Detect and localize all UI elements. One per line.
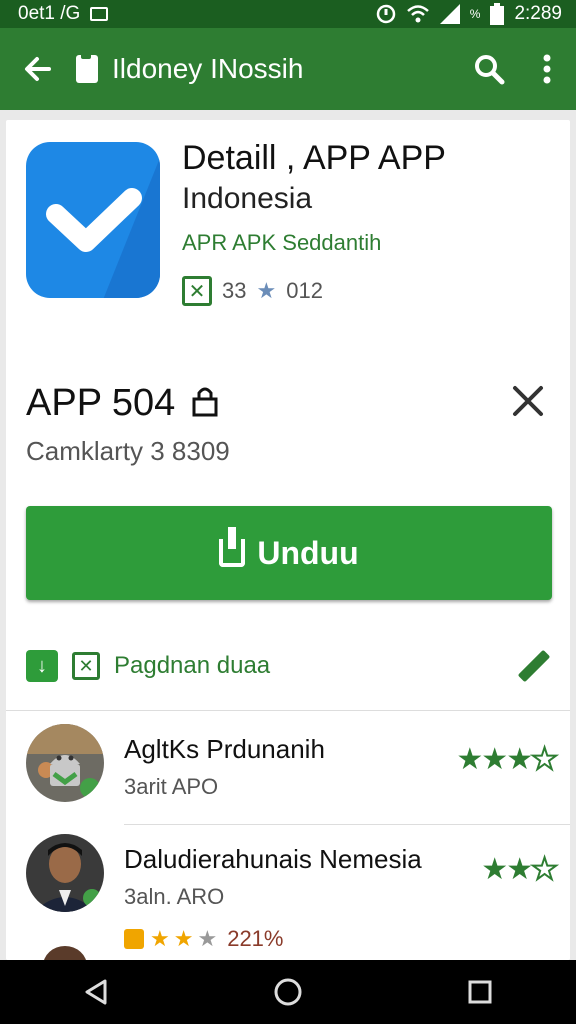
- badge-icon: [124, 929, 144, 949]
- rating-row: ✕ 33 ★ 012: [182, 276, 323, 306]
- lock-icon: [192, 387, 218, 417]
- person-avatar-icon: [26, 932, 104, 960]
- close-button[interactable]: [512, 382, 544, 427]
- wifi-icon: [406, 5, 429, 23]
- battery-icon: [490, 3, 505, 25]
- clock: 2:289: [514, 3, 562, 24]
- third-review-rating: ★ ★ ★ 221%: [124, 926, 283, 952]
- star-filled-icon: ★: [150, 926, 170, 951]
- arrow-left-icon: [25, 57, 51, 81]
- rating-percent: 221%: [227, 926, 284, 951]
- status-bar: 0et1 /G % 2:289: [0, 0, 576, 28]
- alarm-icon: [376, 4, 396, 24]
- android-avatar-icon: [26, 724, 104, 802]
- star-icon: ★: [256, 278, 277, 303]
- close-icon: [513, 386, 543, 416]
- carrier-text: 0et1 /G: [18, 3, 81, 24]
- status-right: % 2:289: [376, 3, 562, 25]
- review-separator: [124, 824, 570, 825]
- app-subtitle: Indonesia: [182, 182, 313, 215]
- navigation-bar: [0, 960, 576, 1024]
- star-filled-icon: ★: [506, 853, 533, 886]
- star-outline-icon: ★: [530, 852, 559, 887]
- nav-home-button[interactable]: [258, 962, 318, 1022]
- search-button[interactable]: [460, 53, 518, 85]
- circle-home-icon: [274, 978, 302, 1006]
- review-item[interactable]: Daludierahunais Nemesia 3aln. ARO ★★★: [26, 834, 559, 924]
- review-subtitle: 3arit APO: [124, 774, 219, 799]
- search-icon: [475, 55, 505, 85]
- person-avatar-icon: [26, 834, 104, 912]
- install-button[interactable]: Unduu: [26, 506, 552, 600]
- review-subtitle: 3aln. ARO: [124, 884, 225, 909]
- app-detail-card: Detaill , APP APP Indonesia APR APK Sedd…: [6, 120, 570, 960]
- review-author: Daludierahunais Nemesia: [124, 844, 422, 874]
- star-filled-icon: ★: [481, 853, 508, 886]
- toolbar-title: Ildoney INossih: [112, 53, 304, 84]
- app-toolbar: Ildoney INossih: [0, 28, 576, 110]
- more-vert-icon: [543, 54, 551, 84]
- divider: [6, 710, 570, 711]
- avatar: [26, 932, 104, 960]
- nav-back-button[interactable]: [66, 962, 126, 1022]
- edit-icon[interactable]: [517, 649, 551, 683]
- rating-count: 012: [286, 278, 323, 303]
- cancel-icon[interactable]: ✕: [72, 652, 100, 680]
- triangle-back-icon: [85, 979, 107, 1005]
- review-item[interactable]: AgltKs Prdunanih 3arit APO ★★★★: [26, 724, 570, 825]
- content-rating-icon: ✕: [182, 276, 212, 306]
- document-icon: [76, 51, 98, 83]
- size-text: Camklarty 3 8309: [26, 436, 230, 466]
- star-filled-icon: ★: [456, 743, 483, 776]
- rating-value: 33: [222, 278, 247, 303]
- checkmark-icon: [46, 188, 142, 252]
- nav-recents-button[interactable]: [450, 962, 510, 1022]
- app-title: Detaill , APP APP: [182, 139, 446, 177]
- screenshot-icon: [90, 7, 109, 21]
- links-row: ↓ ✕ Pagdnan duaa: [26, 646, 552, 686]
- star-filled-icon: ★: [173, 926, 194, 951]
- review-stars: ★★★★: [456, 742, 559, 777]
- square-recents-icon: [468, 980, 492, 1004]
- install-icon: [219, 527, 246, 567]
- more-options-button[interactable]: [518, 54, 576, 84]
- signal-icon: [439, 4, 460, 24]
- star-filled-icon: ★: [506, 743, 533, 776]
- section-title-text: APP 504: [26, 382, 176, 424]
- app-icon[interactable]: [26, 142, 160, 298]
- status-left: 0et1 /G: [18, 3, 109, 25]
- star-filled-icon: ★: [481, 743, 508, 776]
- star-outline-icon: ★: [530, 742, 559, 777]
- developer-link[interactable]: APR APK Seddantih: [182, 230, 381, 256]
- links-label[interactable]: Pagdnan duaa: [114, 652, 502, 680]
- back-button[interactable]: [0, 54, 76, 84]
- avatar: [26, 834, 104, 912]
- review-author: AgltKs Prdunanih: [124, 734, 325, 764]
- battery-percent: %: [469, 7, 481, 21]
- download-icon[interactable]: ↓: [26, 650, 58, 682]
- section-title: APP 504: [26, 382, 218, 425]
- install-label: Unduu: [257, 534, 359, 571]
- avatar: [26, 724, 104, 802]
- review-stars: ★★★: [481, 852, 559, 887]
- star-empty-icon: ★: [197, 926, 218, 951]
